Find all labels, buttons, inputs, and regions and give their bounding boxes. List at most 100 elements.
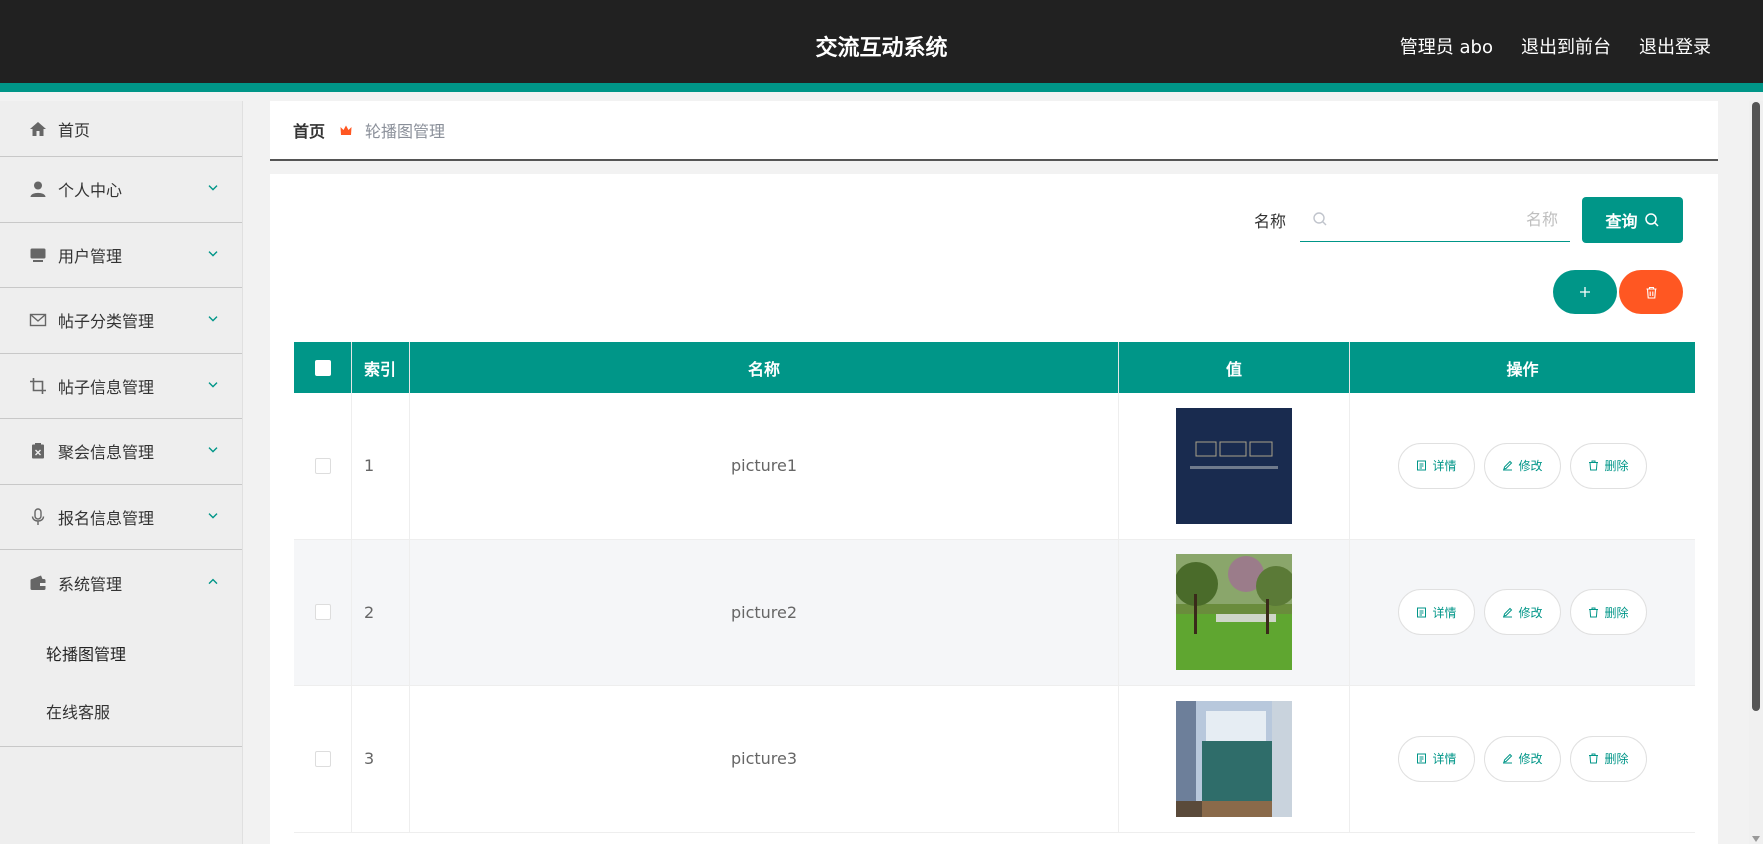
select-all-checkbox[interactable] xyxy=(314,359,331,376)
table-row: 1 picture1 详情 修改 删除 xyxy=(294,393,1695,540)
breadcrumb-home[interactable]: 首页 xyxy=(293,118,325,142)
admin-username[interactable]: 管理员 abo xyxy=(1400,33,1493,59)
chevron-down-icon xyxy=(208,185,218,191)
sidebar-subitem-online-service[interactable]: 在线客服 xyxy=(0,682,242,740)
edit-icon xyxy=(1503,754,1513,764)
select-all-cell xyxy=(294,342,352,393)
detail-button[interactable]: 详情 xyxy=(1398,442,1475,489)
sidebar-item-personal-center[interactable]: 个人中心 xyxy=(0,157,242,223)
row-name: picture2 xyxy=(410,539,1119,685)
edit-button[interactable]: 修改 xyxy=(1484,589,1561,636)
sidebar-item-signup-info[interactable]: 报名信息管理 xyxy=(0,485,242,550)
mic-icon xyxy=(28,507,48,527)
sidebar-item-system-management[interactable]: 系统管理 xyxy=(0,550,242,616)
chevron-down-icon xyxy=(208,447,218,453)
sidebar-subitem-banner-management[interactable]: 轮播图管理 xyxy=(0,624,242,682)
document-icon xyxy=(1417,460,1427,471)
edit-label: 修改 xyxy=(1518,752,1543,767)
document-icon xyxy=(1417,607,1427,618)
query-button-label: 查询 xyxy=(1605,212,1638,231)
chevron-down-icon xyxy=(208,381,218,388)
sidebar-item-home[interactable]: 首页 xyxy=(0,101,242,157)
row-ops: 详情 修改 删除 xyxy=(1350,686,1695,832)
row-check-cell xyxy=(294,393,352,539)
detail-button[interactable]: 详情 xyxy=(1398,589,1475,636)
delete-label: 删除 xyxy=(1604,752,1629,767)
edit-button[interactable]: 修改 xyxy=(1484,735,1561,782)
sidebar-item-label: 用户管理 xyxy=(58,246,123,266)
sidebar-item-label: 报名信息管理 xyxy=(58,508,155,528)
trash-icon xyxy=(1589,460,1599,471)
batch-delete-button[interactable] xyxy=(1619,270,1683,314)
scroll-down-arrow-icon[interactable] xyxy=(1752,836,1760,842)
row-name: picture3 xyxy=(410,686,1119,832)
row-checkbox[interactable] xyxy=(314,457,331,474)
search-icon xyxy=(1313,212,1327,226)
chevron-up-icon xyxy=(208,578,218,584)
header-name: 名称 xyxy=(410,342,1119,393)
row-check-cell xyxy=(294,686,352,832)
mail-icon xyxy=(28,310,48,330)
search-box xyxy=(1300,198,1570,242)
banner-thumbnail xyxy=(1176,700,1292,817)
row-check-cell xyxy=(294,539,352,685)
trash-icon xyxy=(1589,607,1599,618)
table-header: 索引 名称 值 操作 xyxy=(294,342,1695,393)
banner-table: 索引 名称 值 操作 1 picture1 详情 修改 删除 2 picture… xyxy=(294,342,1695,833)
row-checkbox[interactable] xyxy=(314,750,331,767)
user-links: 管理员 abo 退出到前台 退出登录 xyxy=(1400,33,1711,59)
search-input[interactable] xyxy=(1300,198,1570,241)
row-value-cell xyxy=(1119,393,1350,539)
table-row: 3 picture3 详情 修改 删除 xyxy=(294,686,1695,833)
query-button[interactable]: 查询 xyxy=(1582,197,1683,243)
header-value: 值 xyxy=(1119,342,1350,393)
chevron-down-icon xyxy=(208,316,218,322)
delete-button[interactable]: 删除 xyxy=(1570,442,1647,489)
edit-label: 修改 xyxy=(1518,459,1543,474)
sidebar-item-post-category[interactable]: 帖子分类管理 xyxy=(0,288,242,354)
sidebar-item-label: 首页 xyxy=(58,120,91,140)
sidebar-item-party-info[interactable]: 聚会信息管理 xyxy=(0,419,242,485)
logout-link[interactable]: 退出登录 xyxy=(1639,33,1711,59)
detail-label: 详情 xyxy=(1432,605,1457,620)
row-index: 1 xyxy=(352,393,410,539)
breadcrumb-current: 轮播图管理 xyxy=(365,122,446,141)
system-submenu: 轮播图管理 在线客服 xyxy=(0,616,242,747)
page-scrollbar[interactable] xyxy=(1749,101,1763,844)
row-name: picture1 xyxy=(410,393,1119,539)
row-value-cell xyxy=(1119,539,1350,685)
sidebar-item-label: 帖子分类管理 xyxy=(58,312,155,332)
sidebar-item-post-info[interactable]: 帖子信息管理 xyxy=(0,354,242,419)
trash-icon xyxy=(1646,286,1656,299)
header-index: 索引 xyxy=(352,342,410,393)
row-value-cell xyxy=(1119,686,1350,832)
search-icon xyxy=(1644,213,1659,227)
exit-to-front-link[interactable]: 退出到前台 xyxy=(1521,33,1611,59)
crown-separator-icon xyxy=(339,123,353,137)
banner-thumbnail xyxy=(1176,407,1292,524)
sidebar-item-user-management[interactable]: 用户管理 xyxy=(0,223,242,288)
delete-label: 删除 xyxy=(1604,605,1629,620)
detail-button[interactable]: 详情 xyxy=(1398,735,1475,782)
edit-icon xyxy=(1503,461,1513,471)
delete-button[interactable]: 删除 xyxy=(1570,589,1647,636)
detail-label: 详情 xyxy=(1432,459,1457,474)
header-ops: 操作 xyxy=(1506,359,1539,379)
home-icon xyxy=(28,119,48,139)
monitor-icon xyxy=(28,245,48,265)
chevron-down-icon xyxy=(208,250,218,257)
add-button[interactable] xyxy=(1553,270,1617,314)
row-checkbox[interactable] xyxy=(314,604,331,621)
user-icon xyxy=(28,179,48,199)
crop-icon xyxy=(28,376,48,396)
scrollbar-thumb[interactable] xyxy=(1752,102,1760,711)
banner-thumbnail xyxy=(1176,554,1292,671)
detail-label: 详情 xyxy=(1432,752,1457,767)
edit-button[interactable]: 修改 xyxy=(1484,442,1561,489)
sidebar-item-label: 个人中心 xyxy=(58,181,123,201)
edit-icon xyxy=(1503,607,1513,618)
row-index: 3 xyxy=(352,686,410,832)
delete-button[interactable]: 删除 xyxy=(1570,735,1647,782)
sidebar-item-label: 系统管理 xyxy=(58,574,123,594)
row-ops: 详情 修改 删除 xyxy=(1350,393,1695,539)
